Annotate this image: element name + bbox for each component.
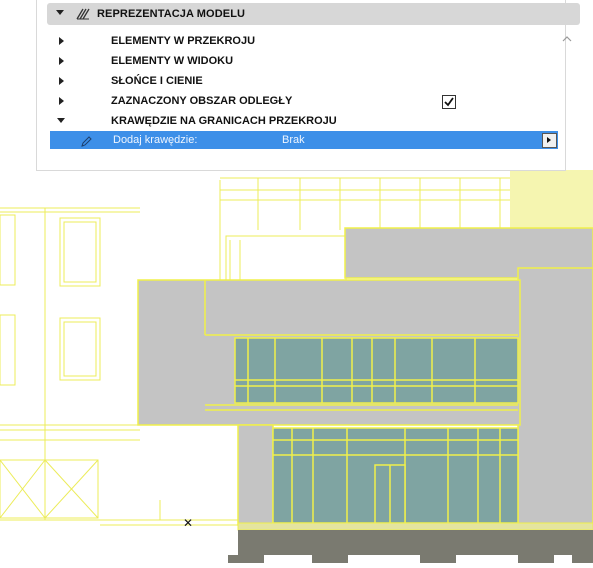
lower-wall-left — [237, 424, 274, 526]
foundation-block-5 — [572, 555, 593, 563]
chevron-right-icon[interactable] — [59, 97, 64, 105]
tree-row-section-boundary-edges[interactable]: KRAWĘDZIE NA GRANICACH PRZEKROJU — [49, 111, 569, 131]
tree-row-cut-elements[interactable]: ELEMENTY W PRZEKROJU — [49, 31, 569, 51]
chevron-right-icon — [547, 137, 551, 143]
chevron-down-icon[interactable] — [56, 10, 64, 15]
chevron-right-icon[interactable] — [59, 77, 64, 85]
checkmark-icon — [444, 97, 454, 107]
setting-key: Dodaj krawędzie: — [113, 134, 198, 146]
base-plinth — [238, 530, 593, 555]
tree-row-label: SŁOŃCE I CIENIE — [111, 75, 203, 87]
tree-row-label: ELEMENTY W PRZEKROJU — [111, 35, 256, 47]
foundation-block-4 — [518, 555, 554, 563]
right-block-wall — [517, 267, 593, 531]
chevron-right-icon[interactable] — [59, 37, 64, 45]
value-dropdown-button[interactable] — [542, 133, 557, 148]
tree-row-label: KRAWĘDZIE NA GRANICACH PRZEKROJU — [111, 115, 337, 127]
chevron-down-icon[interactable] — [57, 118, 65, 123]
crosshair-cursor-icon: ✕ — [183, 516, 194, 530]
chevron-right-icon[interactable] — [59, 57, 64, 65]
panel-title: REPREZENTACJA MODELU — [97, 8, 246, 20]
tree-row-label: ZAZNACZONY OBSZAR ODLEGŁY — [111, 95, 293, 107]
panel-header[interactable]: REPREZENTACJA MODELU — [47, 3, 580, 25]
pencil-icon — [81, 136, 92, 147]
foundation-block-3 — [420, 555, 456, 563]
foundation-block-1 — [228, 555, 264, 563]
tree-row-view-elements[interactable]: ELEMENTY W WIDOKU — [49, 51, 569, 71]
tree-row-marked-distant-area[interactable]: ZAZNACZONY OBSZAR ODLEGŁY — [49, 91, 569, 111]
setting-value[interactable]: Brak — [282, 134, 305, 146]
foundation-block-2 — [312, 555, 348, 563]
ground-line — [237, 522, 593, 531]
add-edges-setting-row[interactable]: Dodaj krawędzie: Brak — [50, 131, 558, 149]
section-representation-icon — [76, 8, 90, 20]
tree-row-sun-shadows[interactable]: SŁOŃCE I CIENIE — [49, 71, 569, 91]
marked-distant-area-checkbox[interactable] — [442, 95, 456, 109]
tree-row-label: ELEMENTY W WIDOKU — [111, 55, 234, 67]
